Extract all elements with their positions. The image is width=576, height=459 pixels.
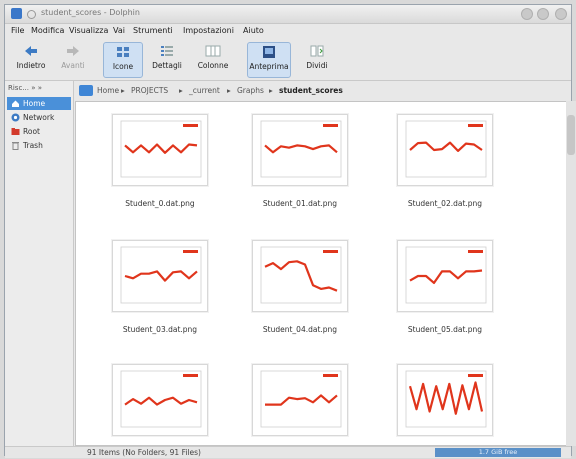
file-view[interactable]: Student_0.dat.png Student_01.dat.png Stu… xyxy=(75,101,569,446)
maximize-button[interactable] xyxy=(537,8,549,20)
home-icon xyxy=(12,100,19,107)
title-bar[interactable]: student_scores - Dolphin xyxy=(5,5,571,24)
breadcrumb-graphs[interactable]: Graphs xyxy=(237,86,264,95)
file-name[interactable]: Student_03.dat.png xyxy=(85,325,235,334)
scrollbar-thumb[interactable] xyxy=(567,115,575,155)
menu-vai[interactable]: Vai xyxy=(113,26,125,35)
sidebar-item-root[interactable]: Root xyxy=(7,125,71,138)
legend-swatch xyxy=(323,250,338,253)
split-button[interactable]: Dividi xyxy=(297,42,337,78)
chart-preview xyxy=(405,246,487,304)
back-button[interactable]: Indietro xyxy=(11,42,51,78)
breadcrumb-separator: ▸ xyxy=(179,86,183,95)
minimize-button[interactable] xyxy=(521,8,533,20)
places-panel: Risc... » » Home Network Root Trash xyxy=(5,81,74,446)
legend-swatch xyxy=(468,124,483,127)
chart-preview xyxy=(120,246,202,304)
trash-icon xyxy=(12,142,19,150)
legend-swatch xyxy=(468,250,483,253)
plot-frame xyxy=(260,120,342,178)
file-thumbnail[interactable] xyxy=(397,240,493,312)
menu-visualizza[interactable]: Visualizza xyxy=(69,26,108,35)
menu-bar: File Modifica Visualizza Vai Strumenti I… xyxy=(5,24,571,39)
network-icon xyxy=(11,113,20,122)
breadcrumb-separator: ▸ xyxy=(269,86,273,95)
preview-button[interactable]: Anteprima xyxy=(247,42,291,78)
file-thumbnail[interactable] xyxy=(252,240,348,312)
file-name[interactable]: Student_0.dat.png xyxy=(85,199,235,208)
app-icon[interactable] xyxy=(11,8,22,19)
file-thumbnail[interactable] xyxy=(112,114,208,186)
forward-button[interactable]: Avanti xyxy=(53,42,93,78)
file-name[interactable]: Student_02.dat.png xyxy=(370,199,520,208)
root-folder-icon xyxy=(11,128,20,135)
breadcrumb-student-scores[interactable]: student_scores xyxy=(279,86,343,95)
toolbar: Indietro Avanti Icone Dettagli Colonne A… xyxy=(5,40,571,81)
details-view-icon xyxy=(161,46,173,56)
chart-preview xyxy=(405,370,487,428)
menu-modifica[interactable]: Modifica xyxy=(31,26,64,35)
icons-view-icon xyxy=(117,47,129,57)
legend-swatch xyxy=(183,374,198,377)
icons-view-button[interactable]: Icone xyxy=(103,42,143,78)
legend-swatch xyxy=(323,124,338,127)
dolphin-window: student_scores - Dolphin File Modifica V… xyxy=(4,4,576,458)
chart-preview xyxy=(120,120,202,178)
chart-preview xyxy=(260,120,342,178)
file-thumbnail[interactable] xyxy=(252,114,348,186)
file-name[interactable]: Student_05.dat.png xyxy=(370,325,520,334)
menu-strumenti[interactable]: Strumenti xyxy=(133,26,173,35)
chart-preview xyxy=(260,370,342,428)
free-space-indicator[interactable]: 1.7 GiB free xyxy=(435,448,561,457)
chart-preview xyxy=(405,120,487,178)
status-text: 91 Items (No Folders, 91 Files) xyxy=(87,448,201,457)
breadcrumb-home[interactable]: Home xyxy=(97,86,119,95)
breadcrumb: Home ▸ PROJECTS ▸ _current ▸ Graphs ▸ st… xyxy=(75,81,570,101)
legend-swatch xyxy=(323,374,338,377)
columns-view-button[interactable]: Colonne xyxy=(193,42,233,78)
menu-file[interactable]: File xyxy=(11,26,24,35)
file-thumbnail[interactable] xyxy=(397,364,493,436)
breadcrumb-separator: ▸ xyxy=(121,86,125,95)
preview-icon xyxy=(263,46,275,58)
file-thumbnail[interactable] xyxy=(112,364,208,436)
places-panel-header[interactable]: Risc... » » xyxy=(8,84,42,92)
folder-icon[interactable] xyxy=(79,85,93,96)
window-title: student_scores - Dolphin xyxy=(41,8,140,17)
pin-icon[interactable] xyxy=(27,10,36,19)
plot-frame xyxy=(405,120,487,178)
menu-aiuto[interactable]: Aiuto xyxy=(243,26,264,35)
details-view-button[interactable]: Dettagli xyxy=(147,42,187,78)
file-thumbnail[interactable] xyxy=(112,240,208,312)
back-icon xyxy=(25,46,37,56)
split-icon xyxy=(310,45,324,57)
breadcrumb-current[interactable]: _current xyxy=(189,86,220,95)
status-bar: 91 Items (No Folders, 91 Files) 1.7 GiB … xyxy=(5,446,571,458)
close-button[interactable] xyxy=(555,8,567,20)
breadcrumb-projects[interactable]: PROJECTS xyxy=(131,86,168,95)
breadcrumb-separator: ▸ xyxy=(227,86,231,95)
legend-swatch xyxy=(468,374,483,377)
forward-icon xyxy=(67,46,79,56)
sidebar-item-trash[interactable]: Trash xyxy=(7,139,71,152)
chart-preview xyxy=(120,370,202,428)
menu-impostazioni[interactable]: Impostazioni xyxy=(183,26,234,35)
file-thumbnail[interactable] xyxy=(252,364,348,436)
legend-swatch xyxy=(183,250,198,253)
file-name[interactable]: Student_01.dat.png xyxy=(225,199,375,208)
sidebar-item-network[interactable]: Network xyxy=(7,111,71,124)
columns-view-icon xyxy=(205,45,221,57)
vertical-scrollbar[interactable] xyxy=(566,101,576,446)
sidebar-item-home[interactable]: Home xyxy=(7,97,71,110)
chart-preview xyxy=(260,246,342,304)
file-name[interactable]: Student_04.dat.png xyxy=(225,325,375,334)
plot-frame xyxy=(260,246,342,304)
file-thumbnail[interactable] xyxy=(397,114,493,186)
legend-swatch xyxy=(183,124,198,127)
